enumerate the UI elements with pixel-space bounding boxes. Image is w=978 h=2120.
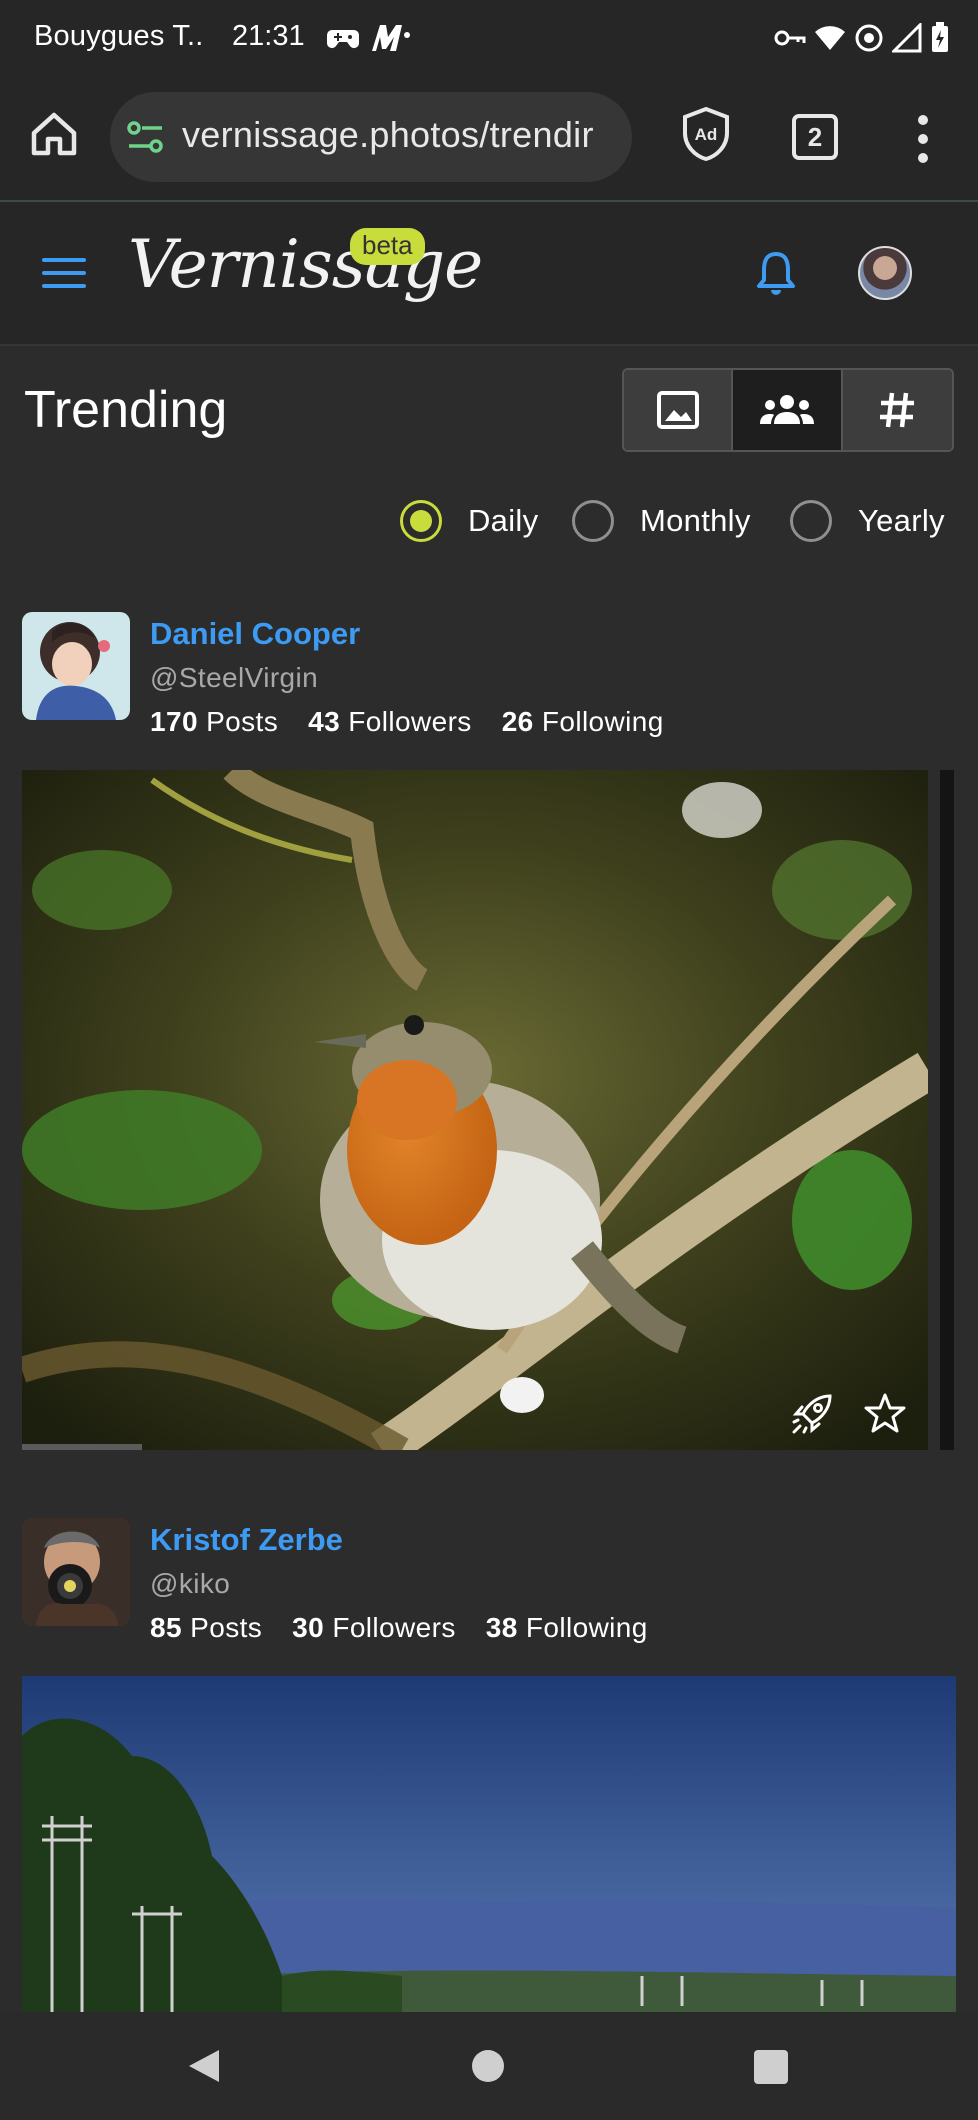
adblock-shield-icon[interactable]: Ad xyxy=(680,106,732,162)
following-label: Following xyxy=(541,706,664,737)
followers-count: 30 xyxy=(292,1612,325,1643)
notification-icons xyxy=(326,20,410,56)
favourite-star-icon[interactable] xyxy=(864,1392,906,1434)
radio-monthly[interactable] xyxy=(572,500,614,542)
profile-stats: 170 Posts 43 Followers 26 Following xyxy=(150,706,664,738)
profile-name[interactable]: Daniel Cooper xyxy=(150,616,360,652)
followers-count: 43 xyxy=(308,706,341,737)
radio-yearly[interactable] xyxy=(790,500,832,542)
radio-daily[interactable] xyxy=(400,500,442,542)
posts-count: 170 xyxy=(150,706,198,737)
view-images-button[interactable] xyxy=(624,370,734,450)
photo-landscape[interactable] xyxy=(22,1676,956,2012)
vpn-key-icon xyxy=(774,30,806,46)
period-yearly[interactable]: Yearly xyxy=(790,498,945,544)
profile-card[interactable]: Kristof Zerbe @kiko 85 Posts 30 Followers… xyxy=(22,1518,962,1648)
photo-actions xyxy=(790,1392,906,1436)
game-controller-icon xyxy=(327,30,359,48)
nav-home-icon[interactable] xyxy=(472,2050,504,2082)
battery-icon xyxy=(932,22,948,52)
hashtag-icon xyxy=(880,392,915,428)
tab-switcher-button[interactable]: 2 xyxy=(792,114,838,160)
svg-text:Ad: Ad xyxy=(695,125,718,144)
profile-avatar[interactable] xyxy=(22,1518,130,1626)
landscape-photo-image xyxy=(22,1676,956,2012)
user-avatar[interactable] xyxy=(858,246,912,300)
following-count: 26 xyxy=(501,706,534,737)
url-text: vernissage.photos/trendir xyxy=(182,114,594,155)
site-settings-icon xyxy=(127,121,163,153)
users-icon xyxy=(760,395,815,424)
address-bar[interactable]: vernissage.photos/trendir xyxy=(110,92,632,182)
followers-label: Followers xyxy=(348,706,472,737)
beta-badge: beta xyxy=(350,228,425,265)
profile-avatar[interactable] xyxy=(22,612,130,720)
image-icon xyxy=(656,391,699,429)
posts-count: 85 xyxy=(150,1612,182,1643)
nav-recents-icon[interactable] xyxy=(754,2050,788,2084)
clock: 21:31 xyxy=(232,20,305,52)
signal-icon xyxy=(892,23,922,53)
nav-back-icon[interactable] xyxy=(186,2048,222,2084)
system-icons xyxy=(774,20,950,56)
view-users-button[interactable] xyxy=(733,370,843,450)
browser-toolbar: vernissage.photos/trendir Ad 2 xyxy=(0,76,978,202)
radio-label-yearly: Yearly xyxy=(858,503,945,538)
vernissage-logo[interactable]: Vernissage xyxy=(128,226,483,303)
profile-stats: 85 Posts 30 Followers 38 Following xyxy=(150,1612,648,1644)
browser-home-button[interactable] xyxy=(26,106,82,162)
next-photo-peek[interactable] xyxy=(940,770,954,1450)
posts-label: Posts xyxy=(206,706,279,737)
robin-photo-image xyxy=(22,770,928,1450)
profile-handle: @SteelVirgin xyxy=(150,662,319,693)
carrier-name: Bouygues T.. xyxy=(34,20,204,52)
hamburger-menu-icon[interactable] xyxy=(42,256,86,290)
page-title: Trending xyxy=(24,381,228,439)
profile-handle: @kiko xyxy=(150,1568,231,1599)
wifi-icon xyxy=(815,26,845,50)
more-vert-icon[interactable] xyxy=(908,112,938,166)
status-bar: Bouygues T.. 21:31 xyxy=(0,0,978,76)
radio-label-monthly: Monthly xyxy=(640,503,751,538)
boost-rocket-icon[interactable] xyxy=(790,1392,834,1436)
view-tags-button[interactable] xyxy=(842,370,952,450)
photo-carousel-indicator xyxy=(22,1444,142,1450)
home-icon xyxy=(31,112,77,156)
posts-label: Posts xyxy=(190,1612,263,1643)
period-daily[interactable]: Daily xyxy=(400,498,538,544)
profile-name[interactable]: Kristof Zerbe xyxy=(150,1522,343,1558)
hotspot-icon xyxy=(855,24,883,52)
followers-label: Followers xyxy=(332,1612,456,1643)
period-monthly[interactable]: Monthly xyxy=(572,498,751,544)
system-nav-bar xyxy=(0,2012,978,2120)
profile-card[interactable]: Daniel Cooper @SteelVirgin 170 Posts 43 F… xyxy=(22,612,962,742)
photo-robin[interactable] xyxy=(22,770,928,1450)
app-m-icon xyxy=(372,25,410,51)
notifications-bell-icon[interactable] xyxy=(756,250,796,296)
app-header: Vernissage beta xyxy=(0,202,978,346)
following-label: Following xyxy=(525,1612,648,1643)
view-mode-toggle xyxy=(622,368,954,452)
following-count: 38 xyxy=(485,1612,518,1643)
radio-label-daily: Daily xyxy=(468,503,539,538)
